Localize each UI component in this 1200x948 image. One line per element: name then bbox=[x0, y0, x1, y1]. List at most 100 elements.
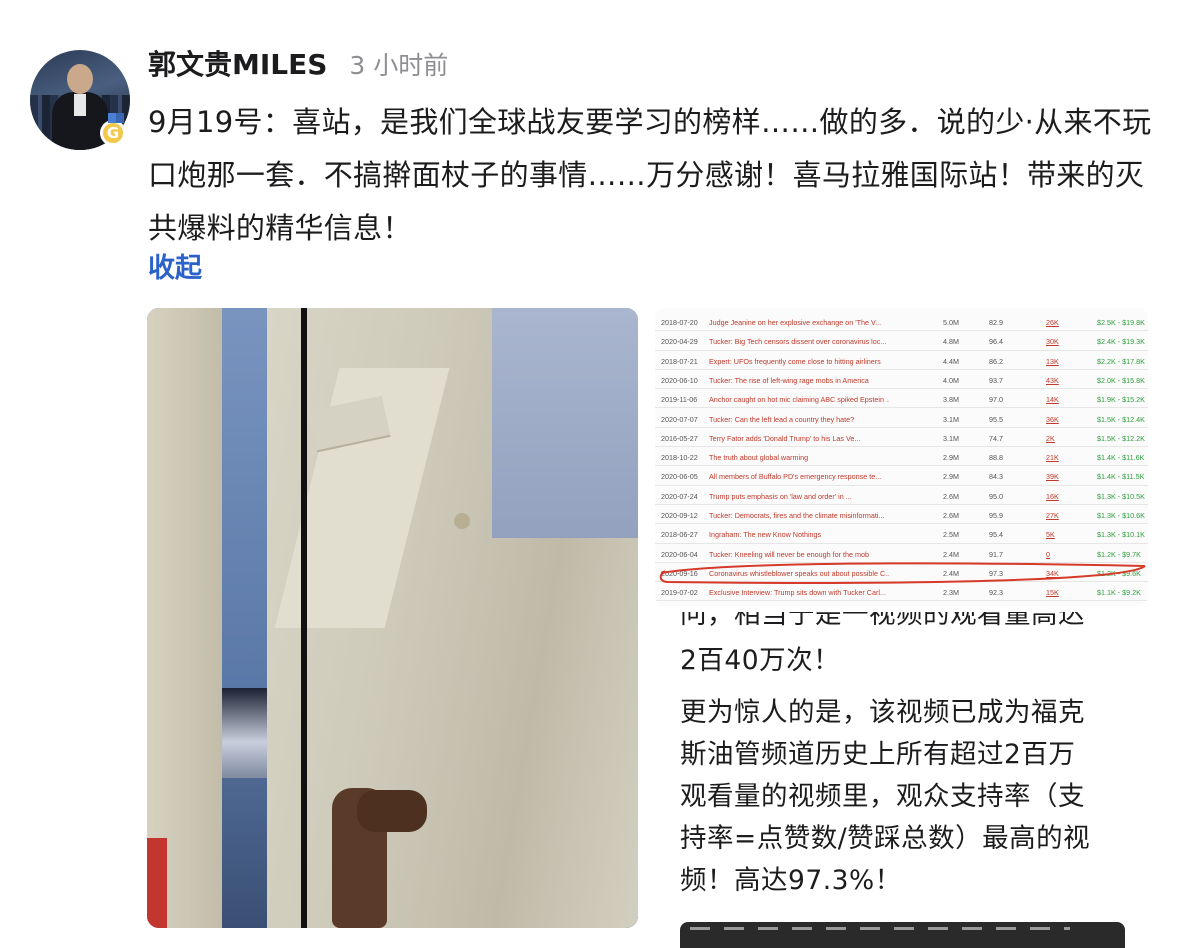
collapse-link[interactable]: 收起 bbox=[148, 246, 202, 285]
row-date: 2019-07-02 bbox=[661, 588, 698, 598]
row-date: 2020-09-12 bbox=[661, 511, 698, 520]
row-title: Judge Jeanine on her explosive exchange … bbox=[709, 318, 882, 327]
row-date: 2018-10-22 bbox=[661, 453, 698, 463]
table-row: 2016-05-27 Terry Fator adds 'Donald Trump… bbox=[655, 428, 1148, 448]
row-views: 2.9M bbox=[943, 472, 959, 482]
row-date: 2018-06-27 bbox=[661, 530, 698, 540]
row-views: 2.5M bbox=[943, 530, 959, 540]
row-title: Tucker: Can the left lead a country they… bbox=[709, 414, 855, 424]
row-title: Tucker: Democrats, fires and the climate… bbox=[709, 511, 885, 520]
table-row: 2020-07-07 Tucker: Can the left lead a co… bbox=[655, 409, 1148, 428]
row-title: Anchor caught on hot mic claiming ABC sp… bbox=[709, 395, 889, 405]
row-likes: 39K bbox=[1046, 472, 1059, 482]
row-revenue: $1.3K - $10.5K bbox=[1097, 491, 1145, 501]
row-score: 95.0 bbox=[989, 491, 1003, 501]
row-title: Exclusive Interview: Trump sits down wit… bbox=[709, 588, 886, 598]
row-views: 5.0M bbox=[943, 318, 959, 327]
row-views: 2.9M bbox=[943, 453, 959, 463]
table-row: 2020-07-24 Trump puts emphasis on 'law an… bbox=[655, 486, 1148, 505]
table-row: 2019-07-02 Exclusive Interview: Trump sit… bbox=[655, 582, 1148, 602]
article-line-5: 持率=点赞数/赞踩总数）最高的视 bbox=[680, 823, 1091, 854]
row-views: 4.0M bbox=[943, 375, 959, 385]
row-views: 2.3M bbox=[943, 588, 959, 598]
row-revenue: $2.5K - $19.8K bbox=[1097, 318, 1145, 327]
row-revenue: $1.2K - $9.6K bbox=[1097, 568, 1141, 578]
row-views: 3.1M bbox=[943, 433, 959, 443]
row-date: 2020-04-29 bbox=[661, 337, 698, 347]
row-date: 2016-05-27 bbox=[661, 433, 698, 443]
table-row: 2018-06-27 Ingraham: The new Know Nothing… bbox=[655, 524, 1148, 544]
article-line-4: 观看量的视频里，观众支持率（支 bbox=[680, 781, 1085, 812]
row-views: 2.4M bbox=[943, 568, 959, 578]
row-revenue: $1.3K - $10.6K bbox=[1097, 511, 1145, 520]
row-title: All members of Buffalo PD's emergency re… bbox=[709, 472, 882, 482]
row-score: 92.3 bbox=[989, 588, 1003, 598]
row-title: Ingraham: The new Know Nothings bbox=[709, 530, 822, 540]
article-clipped-line: 问，相当于是一视频的观看量高达 bbox=[680, 612, 1130, 638]
next-image-preview[interactable] bbox=[680, 922, 1125, 948]
row-likes: 2K bbox=[1046, 433, 1055, 443]
row-score: 84.3 bbox=[989, 472, 1003, 482]
row-title: Coronavirus whistleblower speaks out abo… bbox=[709, 568, 889, 578]
verified-badge-icon: G bbox=[100, 113, 126, 146]
row-score: 97.3 bbox=[989, 568, 1003, 578]
row-score: 97.0 bbox=[989, 395, 1003, 405]
row-revenue: $1.4K - $11.5K bbox=[1097, 472, 1145, 482]
row-title: Terry Fator adds 'Donald Trump' to his L… bbox=[709, 433, 861, 443]
post-header: 郭文贵MILES 3 小时前 bbox=[148, 43, 448, 83]
post-image-suit[interactable] bbox=[147, 308, 638, 928]
row-date: 2020-07-07 bbox=[661, 414, 698, 424]
row-date: 2020-09-16 bbox=[661, 568, 698, 578]
row-views: 4.8M bbox=[943, 337, 959, 347]
article-clipped-text: 问，相当于是一视频的观看量高达 bbox=[680, 612, 1085, 630]
row-views: 3.1M bbox=[943, 414, 959, 424]
article-line-3: 斯油管频道历史上所有超过2百万 bbox=[680, 739, 1076, 770]
next-image-header bbox=[690, 927, 1070, 930]
row-revenue: $1.1K - $9.2K bbox=[1097, 588, 1141, 598]
row-likes: 27K bbox=[1046, 511, 1059, 520]
article-line-2: 更为惊人的是，该视频已成为福克 bbox=[680, 697, 1085, 728]
row-revenue: $1.9K - $15.2K bbox=[1097, 395, 1145, 405]
row-score: 96.4 bbox=[989, 337, 1003, 347]
row-views: 2.4M bbox=[943, 549, 959, 559]
author-name[interactable]: 郭文贵MILES bbox=[148, 43, 327, 83]
row-date: 2020-06-10 bbox=[661, 375, 698, 385]
row-score: 93.7 bbox=[989, 375, 1003, 385]
row-revenue: $2.0K - $15.8K bbox=[1097, 375, 1145, 385]
row-revenue: $2.4K - $19.3K bbox=[1097, 337, 1145, 347]
row-score: 91.7 bbox=[989, 549, 1003, 559]
row-likes: 16K bbox=[1046, 491, 1059, 501]
article-line-1: 2百40万次！ bbox=[680, 645, 841, 676]
row-title: Trump puts emphasis on 'law and order' i… bbox=[709, 491, 852, 501]
table-row: 2018-10-22 The truth about global warming… bbox=[655, 447, 1148, 467]
table-row: 2020-06-05 All members of Buffalo PD's em… bbox=[655, 466, 1148, 486]
row-revenue: $1.5K - $12.2K bbox=[1097, 433, 1145, 443]
photo-left-jacket bbox=[147, 308, 222, 928]
row-title: Expert: UFOs frequently come close to hi… bbox=[709, 356, 881, 366]
row-likes: 43K bbox=[1046, 375, 1059, 385]
row-likes: 21K bbox=[1046, 453, 1059, 463]
row-title: Tucker: Kneeling will never be enough fo… bbox=[709, 549, 869, 559]
table-row: 2020-09-16 Coronavirus whistleblower spea… bbox=[655, 563, 1148, 583]
row-revenue: $1.4K - $11.6K bbox=[1097, 453, 1145, 463]
table-row: 2020-06-04 Tucker: Kneeling will never be… bbox=[655, 544, 1148, 563]
row-likes: 15K bbox=[1046, 588, 1059, 598]
row-likes: 34K bbox=[1046, 568, 1059, 578]
row-score: 88.8 bbox=[989, 453, 1003, 463]
table-row: 2019-11-06 Anchor caught on hot mic claim… bbox=[655, 389, 1148, 409]
post-timestamp: 3 小时前 bbox=[349, 51, 449, 80]
row-likes: 14K bbox=[1046, 395, 1059, 405]
row-revenue: $1.5K - $12.4K bbox=[1097, 414, 1145, 424]
row-revenue: $1.3K - $10.1K bbox=[1097, 530, 1145, 540]
badge-letter: G bbox=[106, 124, 120, 142]
row-views: 2.6M bbox=[943, 511, 959, 520]
row-score: 74.7 bbox=[989, 433, 1003, 443]
row-views: 4.4M bbox=[943, 356, 959, 366]
photo-suit-button bbox=[454, 513, 470, 529]
row-title: Tucker: Big Tech censors dissent over co… bbox=[709, 337, 887, 347]
row-likes: 13K bbox=[1046, 356, 1059, 366]
row-revenue: $1.2K - $9.7K bbox=[1097, 549, 1141, 559]
row-title: The truth about global warming bbox=[709, 453, 809, 463]
avatar-shirt bbox=[74, 94, 86, 116]
post-image-video-stats[interactable]: 2018-07-20 Judge Jeanine on her explosive… bbox=[655, 308, 1148, 606]
